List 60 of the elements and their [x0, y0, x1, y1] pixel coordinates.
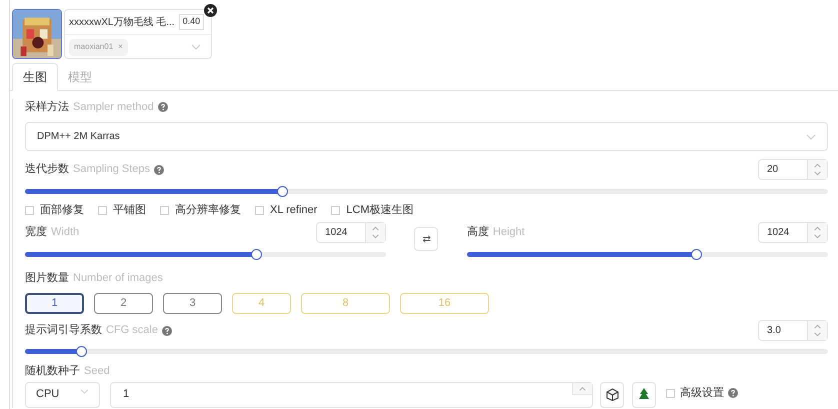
field-label-english: Sampling Steps — [73, 162, 150, 178]
checkbox[interactable] — [25, 206, 34, 214]
dice-icon — [606, 388, 618, 401]
checkbox-label: 平铺图 — [113, 202, 146, 218]
chevron-down-icon[interactable] — [80, 389, 89, 394]
swap-button[interactable]: ⇄ — [414, 227, 438, 251]
stepper-icon[interactable] — [365, 223, 386, 242]
select-field[interactable]: DPM++ 2M Karras — [25, 122, 828, 151]
slider-thumb[interactable] — [691, 249, 702, 260]
count-option-button[interactable]: 1 — [25, 293, 84, 314]
slider-thumb[interactable] — [76, 346, 88, 357]
field-label-english: Width — [51, 225, 80, 240]
dice-button[interactable] — [600, 382, 624, 408]
checkbox[interactable] — [160, 206, 169, 214]
checkbox[interactable] — [255, 206, 264, 214]
checkbox-label: 高分辨率修复 — [175, 202, 241, 218]
field-label: 采样方法 — [25, 100, 69, 115]
checkbox-label: 高级设置 — [680, 386, 724, 401]
field-label-english: Seed — [84, 364, 110, 379]
seed-input-field[interactable]: 1 — [110, 382, 593, 408]
field-label: 高度 — [466, 224, 489, 240]
checkbox-label: XL refiner — [270, 202, 318, 218]
tag-label: maoxian01 — [74, 41, 114, 53]
field-label: 宽度 — [25, 224, 47, 240]
stepper-icon[interactable] — [806, 223, 827, 242]
count-option-button[interactable]: 2 — [94, 293, 153, 314]
help-icon — [728, 388, 738, 398]
count-option-button[interactable]: 3 — [163, 293, 222, 314]
field-label: 迭代步数 — [25, 162, 69, 178]
select-field[interactable]: CPU — [25, 382, 100, 408]
lora-name: xxxxxwXL万物毛线 毛... — [69, 16, 175, 30]
weight-field[interactable]: 0.40 — [178, 14, 204, 30]
tab[interactable]: 生图 — [12, 63, 58, 91]
chevron-down-icon[interactable] — [806, 134, 816, 140]
help-icon — [154, 164, 164, 174]
field-label-english: CFG scale — [106, 323, 158, 338]
field-label: 图片数量 — [25, 270, 69, 286]
number-field[interactable]: 3.0 — [758, 320, 828, 341]
number-field[interactable]: 1024 — [758, 222, 828, 243]
field-label: 随机数种子 — [25, 364, 80, 379]
field-label: 提示词引导系数 — [25, 322, 102, 338]
checkbox-label: 面部修复 — [40, 202, 84, 218]
checkbox[interactable] — [331, 206, 340, 214]
checkbox[interactable] — [666, 388, 675, 398]
slider-thumb[interactable] — [276, 186, 288, 197]
chevron-down-icon[interactable] — [191, 44, 201, 50]
number-field[interactable]: 1024 — [316, 222, 386, 243]
stepper-icon[interactable] — [572, 383, 592, 395]
stepper-icon[interactable] — [807, 321, 827, 340]
field-label-english: Number of images — [73, 270, 163, 286]
field-label-english: Sampler method — [73, 100, 154, 115]
stepper-icon[interactable] — [807, 160, 827, 179]
field-label-english: Height — [492, 225, 525, 240]
number-field[interactable]: 20 — [758, 159, 828, 180]
help-icon — [158, 102, 168, 112]
close-icon[interactable] — [204, 4, 217, 17]
checkbox[interactable] — [98, 206, 107, 214]
checkbox-label: LCM极速生图 — [346, 202, 414, 218]
help-icon — [162, 326, 172, 336]
slider-thumb[interactable] — [251, 249, 262, 260]
